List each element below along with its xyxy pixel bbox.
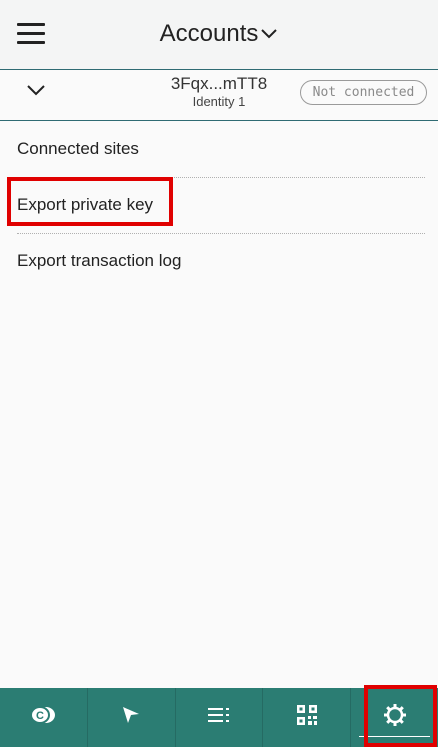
accounts-dropdown[interactable]: Accounts — [0, 20, 438, 48]
coins-icon: C — [29, 704, 57, 731]
menu-item-export-private-key[interactable]: Export private key — [17, 177, 425, 234]
nav-send[interactable] — [88, 688, 176, 747]
qr-code-icon — [296, 704, 318, 731]
account-selector[interactable]: 3Fqx...mTT8 Identity 1 Not connected — [0, 70, 438, 121]
top-bar: Accounts — [0, 0, 438, 70]
send-icon — [120, 704, 142, 731]
bottom-navigation: C — [0, 688, 438, 747]
connection-status-badge[interactable]: Not connected — [300, 80, 427, 105]
transactions-list-icon — [207, 706, 231, 729]
svg-text:C: C — [36, 710, 44, 722]
active-tab-indicator — [359, 736, 430, 737]
gear-icon — [383, 703, 407, 732]
nav-receive[interactable] — [263, 688, 352, 747]
nav-settings[interactable] — [351, 688, 438, 747]
menu-item-export-transaction-log[interactable]: Export transaction log — [17, 233, 425, 289]
menu-item-connected-sites[interactable]: Connected sites — [17, 121, 425, 178]
nav-transactions[interactable] — [176, 688, 264, 747]
chevron-down-icon — [260, 19, 278, 47]
page-title: Accounts — [159, 20, 259, 47]
nav-coins[interactable]: C — [0, 688, 88, 747]
